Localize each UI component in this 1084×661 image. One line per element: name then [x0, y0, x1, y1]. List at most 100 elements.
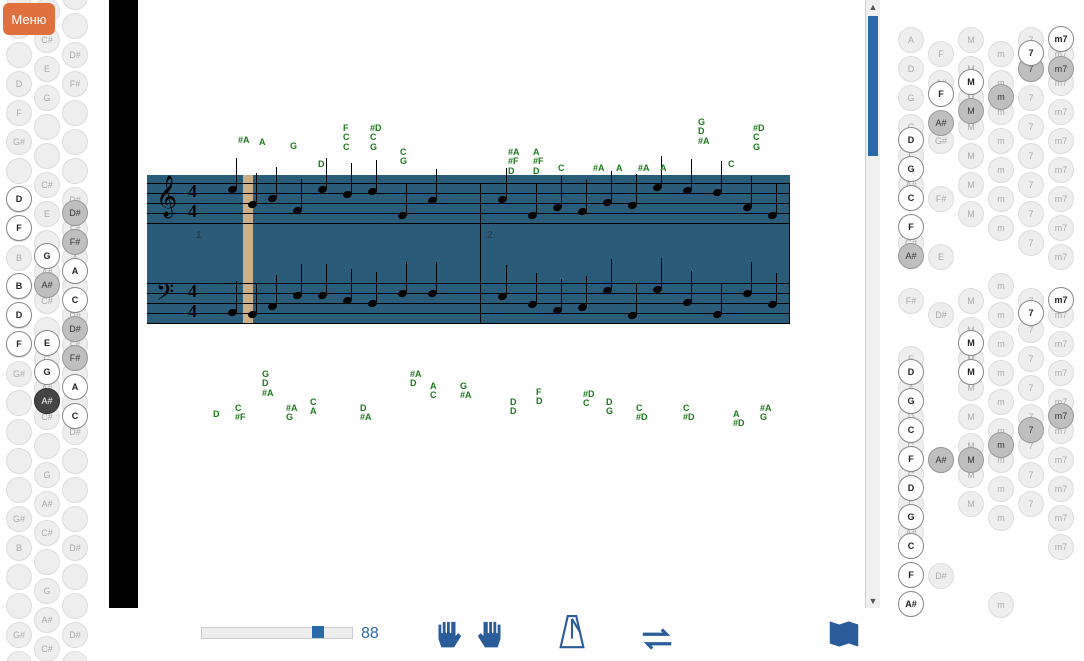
key-button[interactable]: D#	[62, 200, 88, 226]
key-button[interactable]: M	[958, 201, 984, 227]
key-button[interactable]: G	[34, 243, 60, 269]
key-button[interactable]	[62, 100, 88, 126]
key-button[interactable]: M	[958, 288, 984, 314]
key-button[interactable]: m7	[1048, 505, 1074, 531]
key-button[interactable]: m	[988, 432, 1014, 458]
key-button[interactable]: M	[958, 491, 984, 517]
key-button[interactable]: 7	[1018, 462, 1044, 488]
key-button[interactable]: F#	[898, 288, 924, 314]
key-button[interactable]: M	[958, 143, 984, 169]
key-button[interactable]: B	[6, 273, 32, 299]
key-button[interactable]: D#	[62, 42, 88, 68]
left-hand-button[interactable]	[430, 619, 464, 653]
key-button[interactable]	[62, 477, 88, 503]
key-button[interactable]: A#	[34, 272, 60, 298]
key-button[interactable]: m	[988, 273, 1014, 299]
key-button[interactable]: m7	[1048, 287, 1074, 313]
key-button[interactable]: A	[898, 27, 924, 53]
key-button[interactable]: E	[34, 330, 60, 356]
key-button[interactable]: m	[988, 360, 1014, 386]
key-button[interactable]: D#	[62, 622, 88, 648]
loop-button[interactable]	[638, 625, 676, 653]
key-button[interactable]: m7	[1048, 447, 1074, 473]
key-button[interactable]	[6, 651, 32, 661]
key-button[interactable]	[34, 433, 60, 459]
slider-thumb[interactable]	[312, 626, 324, 638]
key-button[interactable]: m	[988, 186, 1014, 212]
key-button[interactable]: C	[62, 287, 88, 313]
key-button[interactable]: G	[898, 504, 924, 530]
key-button[interactable]: C	[898, 185, 924, 211]
key-button[interactable]	[34, 549, 60, 575]
key-button[interactable]: m	[988, 302, 1014, 328]
key-button[interactable]: F	[898, 214, 924, 240]
key-button[interactable]: 7	[1018, 375, 1044, 401]
key-button[interactable]: m	[988, 331, 1014, 357]
key-button[interactable]: A#	[898, 591, 924, 617]
key-button[interactable]: 7	[1018, 85, 1044, 111]
scroll-up-arrow[interactable]: ▲	[866, 0, 880, 14]
key-button[interactable]: G	[34, 359, 60, 385]
key-button[interactable]: E	[928, 244, 954, 270]
key-button[interactable]: 7	[1018, 491, 1044, 517]
key-button[interactable]: G	[34, 578, 60, 604]
key-button[interactable]: C#	[34, 520, 60, 546]
key-button[interactable]: G#	[6, 506, 32, 532]
key-button[interactable]: F#	[62, 229, 88, 255]
key-button[interactable]: F	[928, 41, 954, 67]
key-button[interactable]	[6, 419, 32, 445]
key-button[interactable]: F	[898, 446, 924, 472]
key-button[interactable]	[62, 651, 88, 661]
key-button[interactable]: 7	[1018, 40, 1044, 66]
key-button[interactable]: M	[958, 330, 984, 356]
key-button[interactable]: G	[898, 156, 924, 182]
key-button[interactable]	[62, 158, 88, 184]
key-button[interactable]: F	[6, 100, 32, 126]
key-button[interactable]	[62, 564, 88, 590]
key-button[interactable]: m7	[1048, 534, 1074, 560]
key-button[interactable]	[62, 506, 88, 532]
key-button[interactable]: m7	[1048, 476, 1074, 502]
key-button[interactable]: M	[958, 27, 984, 53]
key-button[interactable]: F	[6, 331, 32, 357]
key-button[interactable]: M	[958, 69, 984, 95]
key-button[interactable]: m7	[1048, 360, 1074, 386]
key-button[interactable]: A#	[34, 388, 60, 414]
key-button[interactable]	[6, 158, 32, 184]
key-button[interactable]: G#	[6, 622, 32, 648]
key-button[interactable]	[6, 42, 32, 68]
key-button[interactable]: D	[898, 359, 924, 385]
key-button[interactable]: A	[62, 374, 88, 400]
key-button[interactable]: m7	[1048, 403, 1074, 429]
key-button[interactable]: G	[898, 388, 924, 414]
key-button[interactable]: M	[958, 359, 984, 385]
key-button[interactable]: F	[898, 562, 924, 588]
key-button[interactable]: m	[988, 476, 1014, 502]
key-button[interactable]: m	[988, 41, 1014, 67]
vertical-scrollbar[interactable]: ▲ ▼	[865, 0, 880, 608]
key-button[interactable]	[62, 593, 88, 619]
key-button[interactable]: 7	[1018, 172, 1044, 198]
key-button[interactable]: D	[898, 56, 924, 82]
key-button[interactable]: m7	[1048, 215, 1074, 241]
key-button[interactable]: 7	[1018, 143, 1044, 169]
key-button[interactable]: B	[6, 535, 32, 561]
key-button[interactable]: G	[34, 85, 60, 111]
scroll-thumb[interactable]	[868, 16, 878, 156]
key-button[interactable]: E	[34, 201, 60, 227]
key-button[interactable]: E	[34, 56, 60, 82]
metronome-button[interactable]	[555, 613, 589, 653]
key-button[interactable]: M	[958, 172, 984, 198]
score-page[interactable]: 𝄞 𝄢 4 4 4 4 1 2 #AAGDF C C#D C GC G#A #F…	[138, 0, 880, 608]
key-button[interactable]: A#	[928, 447, 954, 473]
key-button[interactable]: F#	[62, 71, 88, 97]
key-button[interactable]: C	[898, 533, 924, 559]
key-button[interactable]: 7	[1018, 201, 1044, 227]
key-button[interactable]: D	[6, 302, 32, 328]
key-button[interactable]: m7	[1048, 157, 1074, 183]
key-button[interactable]: D	[6, 71, 32, 97]
key-button[interactable]	[62, 13, 88, 39]
key-button[interactable]: m7	[1048, 99, 1074, 125]
key-button[interactable]: C#	[34, 172, 60, 198]
scroll-down-arrow[interactable]: ▼	[866, 594, 880, 608]
